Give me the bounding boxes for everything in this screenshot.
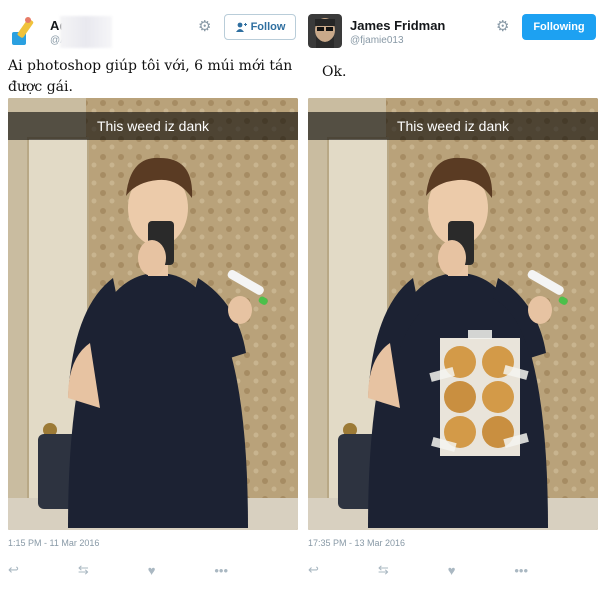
tweet-photo[interactable]: This weed iz dank <box>8 98 298 530</box>
photo-caption: This weed iz dank <box>8 112 298 140</box>
follow-button[interactable]: Follow <box>224 14 296 40</box>
retweet-icon[interactable]: ⇆ <box>378 562 389 578</box>
tweet-original: Ad @A ⚙ Follow Ai photoshop giúp tôi với… <box>0 0 300 600</box>
more-icon[interactable]: ••• <box>214 563 228 578</box>
retweet-icon[interactable]: ⇆ <box>78 562 89 578</box>
gear-icon[interactable]: ⚙ <box>496 19 509 34</box>
tweet-actions: ↩ ⇆ ♥ ••• <box>8 560 228 580</box>
following-button[interactable]: Following <box>522 14 596 40</box>
tweet-timestamp[interactable]: 17:35 PM - 13 Mar 2016 <box>308 538 405 548</box>
reply-icon[interactable]: ↩ <box>8 562 19 578</box>
tweet-text: Ok. <box>322 64 347 80</box>
user-handle[interactable]: @fjamie013 <box>350 35 404 46</box>
user-avatar[interactable] <box>8 14 42 48</box>
tweet-timestamp[interactable]: 1:15 PM - 11 Mar 2016 <box>8 538 99 548</box>
tweet-reply: James Fridman @fjamie013 ⚙ Following Ok. <box>300 0 600 600</box>
like-icon[interactable]: ♥ <box>448 563 456 578</box>
like-icon[interactable]: ♥ <box>148 563 156 578</box>
reply-icon[interactable]: ↩ <box>308 562 319 578</box>
tweet-photo[interactable]: This weed iz dank <box>308 98 598 530</box>
user-name[interactable]: James Fridman <box>350 18 445 33</box>
following-label: Following <box>533 21 585 33</box>
add-user-icon <box>235 22 247 32</box>
more-icon[interactable]: ••• <box>514 563 528 578</box>
redaction-blur <box>60 16 112 48</box>
user-avatar[interactable] <box>308 14 342 48</box>
tweet-actions: ↩ ⇆ ♥ ••• <box>308 560 528 580</box>
gear-icon[interactable]: ⚙ <box>198 19 211 34</box>
follow-label: Follow <box>250 21 286 33</box>
tweet-text: Ai photoshop giúp tôi với, 6 múi mới tán… <box>8 58 293 95</box>
photo-caption: This weed iz dank <box>308 112 598 140</box>
